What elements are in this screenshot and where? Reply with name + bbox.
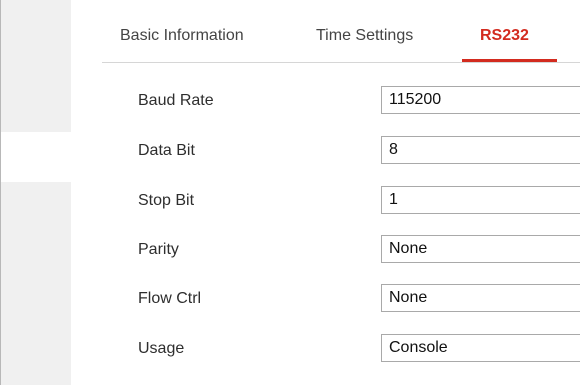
sidebar-item-selected[interactable] <box>0 132 71 182</box>
tab-basic-information[interactable]: Basic Information <box>120 27 244 45</box>
data-bit-label: Data Bit <box>138 142 195 159</box>
sidebar-menu-area-lower <box>0 182 71 385</box>
data-bit-field[interactable]: 8 <box>381 136 580 164</box>
tab-rs232[interactable]: RS232 <box>480 27 529 45</box>
tab-time-settings[interactable]: Time Settings <box>316 27 413 45</box>
settings-page: Basic Information Time Settings RS232 Ba… <box>0 0 580 385</box>
parity-field[interactable]: None <box>381 235 580 263</box>
active-tab-indicator <box>462 59 557 62</box>
parity-label: Parity <box>138 241 179 258</box>
usage-field[interactable]: Console <box>381 334 580 362</box>
flow-ctrl-label: Flow Ctrl <box>138 290 202 307</box>
baud-rate-field[interactable]: 115200 <box>381 86 580 114</box>
flow-ctrl-field[interactable]: None <box>381 284 580 312</box>
stop-bit-label: Stop Bit <box>138 192 195 209</box>
baud-rate-label: Baud Rate <box>138 92 214 109</box>
tab-bar: Basic Information Time Settings RS232 <box>102 0 580 63</box>
usage-label: Usage <box>138 340 185 357</box>
stop-bit-field[interactable]: 1 <box>381 186 580 214</box>
sidebar-menu-area <box>0 0 71 132</box>
